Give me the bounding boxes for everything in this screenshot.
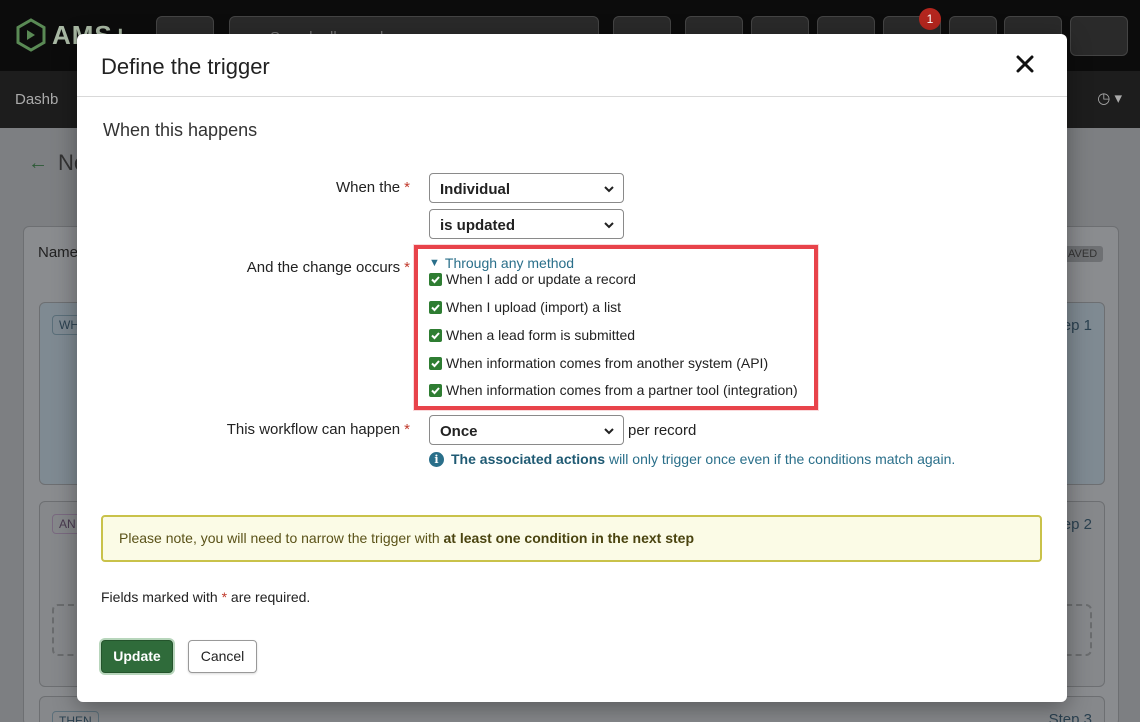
checkbox-checked-icon[interactable] xyxy=(429,328,442,342)
event-type-select[interactable]: is updated xyxy=(429,209,624,239)
change-occurs-label: And the change occurs * xyxy=(246,259,410,276)
method-option-label: When information comes from another syst… xyxy=(446,355,769,371)
nav-dashboard[interactable]: Dashb xyxy=(15,91,58,108)
method-option[interactable]: When I upload (import) a list xyxy=(429,299,621,315)
notification-badge: 1 xyxy=(919,8,941,30)
method-option[interactable]: When I add or update a record xyxy=(429,271,636,287)
when-the-label: When the * xyxy=(335,179,410,196)
card-step: ep 1 xyxy=(1062,317,1092,334)
card-step: ep 2 xyxy=(1062,516,1092,533)
method-toggle-label: Through any method xyxy=(444,255,575,271)
frequency-value: Once xyxy=(440,423,478,440)
saved-badge: AVED xyxy=(1062,246,1104,262)
user-menu-button[interactable] xyxy=(1070,16,1128,56)
method-option-label: When I upload (import) a list xyxy=(446,299,622,315)
modal-header: Define the trigger xyxy=(77,34,1067,97)
narrow-trigger-note: Please note, you will need to narrow the… xyxy=(101,515,1042,562)
method-toggle[interactable]: ▼ Through any method xyxy=(429,255,574,271)
frequency-label: This workflow can happen * xyxy=(226,421,410,438)
checkbox-checked-icon[interactable] xyxy=(429,300,442,314)
modal-title: Define the trigger xyxy=(101,54,270,79)
define-trigger-modal: Define the trigger When this happens Whe… xyxy=(77,34,1067,702)
checkbox-checked-icon[interactable] xyxy=(429,356,442,370)
method-option[interactable]: When a lead form is submitted xyxy=(429,327,635,343)
frequency-info: i The associated actions will only trigg… xyxy=(429,451,955,467)
update-button[interactable]: Update xyxy=(101,640,173,673)
method-option-label: When information comes from a partner to… xyxy=(446,382,798,398)
triangle-down-icon: ▼ xyxy=(429,257,440,269)
method-option[interactable]: When information comes from a partner to… xyxy=(429,382,798,398)
method-option[interactable]: When information comes from another syst… xyxy=(429,355,768,371)
checkbox-checked-icon[interactable] xyxy=(429,272,442,286)
clock-icon[interactable]: ◷ ▾ xyxy=(1097,89,1122,107)
hexagon-logo-icon xyxy=(16,18,46,52)
section-title: When this happens xyxy=(103,120,258,140)
method-option-label: When a lead form is submitted xyxy=(446,327,636,343)
chevron-down-icon xyxy=(604,222,614,229)
back-arrow-icon[interactable]: ← xyxy=(28,152,48,175)
close-icon[interactable] xyxy=(1013,52,1037,76)
info-icon: i xyxy=(429,451,444,467)
cancel-button[interactable]: Cancel xyxy=(188,640,257,673)
card-step: Step 3 xyxy=(1048,711,1092,722)
checkbox-checked-icon[interactable] xyxy=(429,383,442,397)
note-text: Please note, you will need to narrow the… xyxy=(119,530,444,546)
required-fields-note: Fields marked with * are required. xyxy=(101,589,311,605)
note-strong-text: at least one condition in the next step xyxy=(443,530,694,546)
method-option-label: When I add or update a record xyxy=(446,271,636,287)
info-text: will only trigger once even if the condi… xyxy=(608,451,956,467)
event-type-value: is updated xyxy=(440,217,516,234)
info-strong-text: The associated actions xyxy=(451,451,606,467)
record-type-value: Individual xyxy=(440,181,511,198)
workflow-name-label: Name xyxy=(38,244,79,261)
card-chip: THEN xyxy=(52,711,99,722)
per-record-label: per record xyxy=(628,422,697,439)
chevron-down-icon xyxy=(604,428,614,435)
frequency-select[interactable]: Once xyxy=(429,415,624,445)
record-type-select[interactable]: Individual xyxy=(429,173,624,203)
chevron-down-icon xyxy=(604,186,614,193)
